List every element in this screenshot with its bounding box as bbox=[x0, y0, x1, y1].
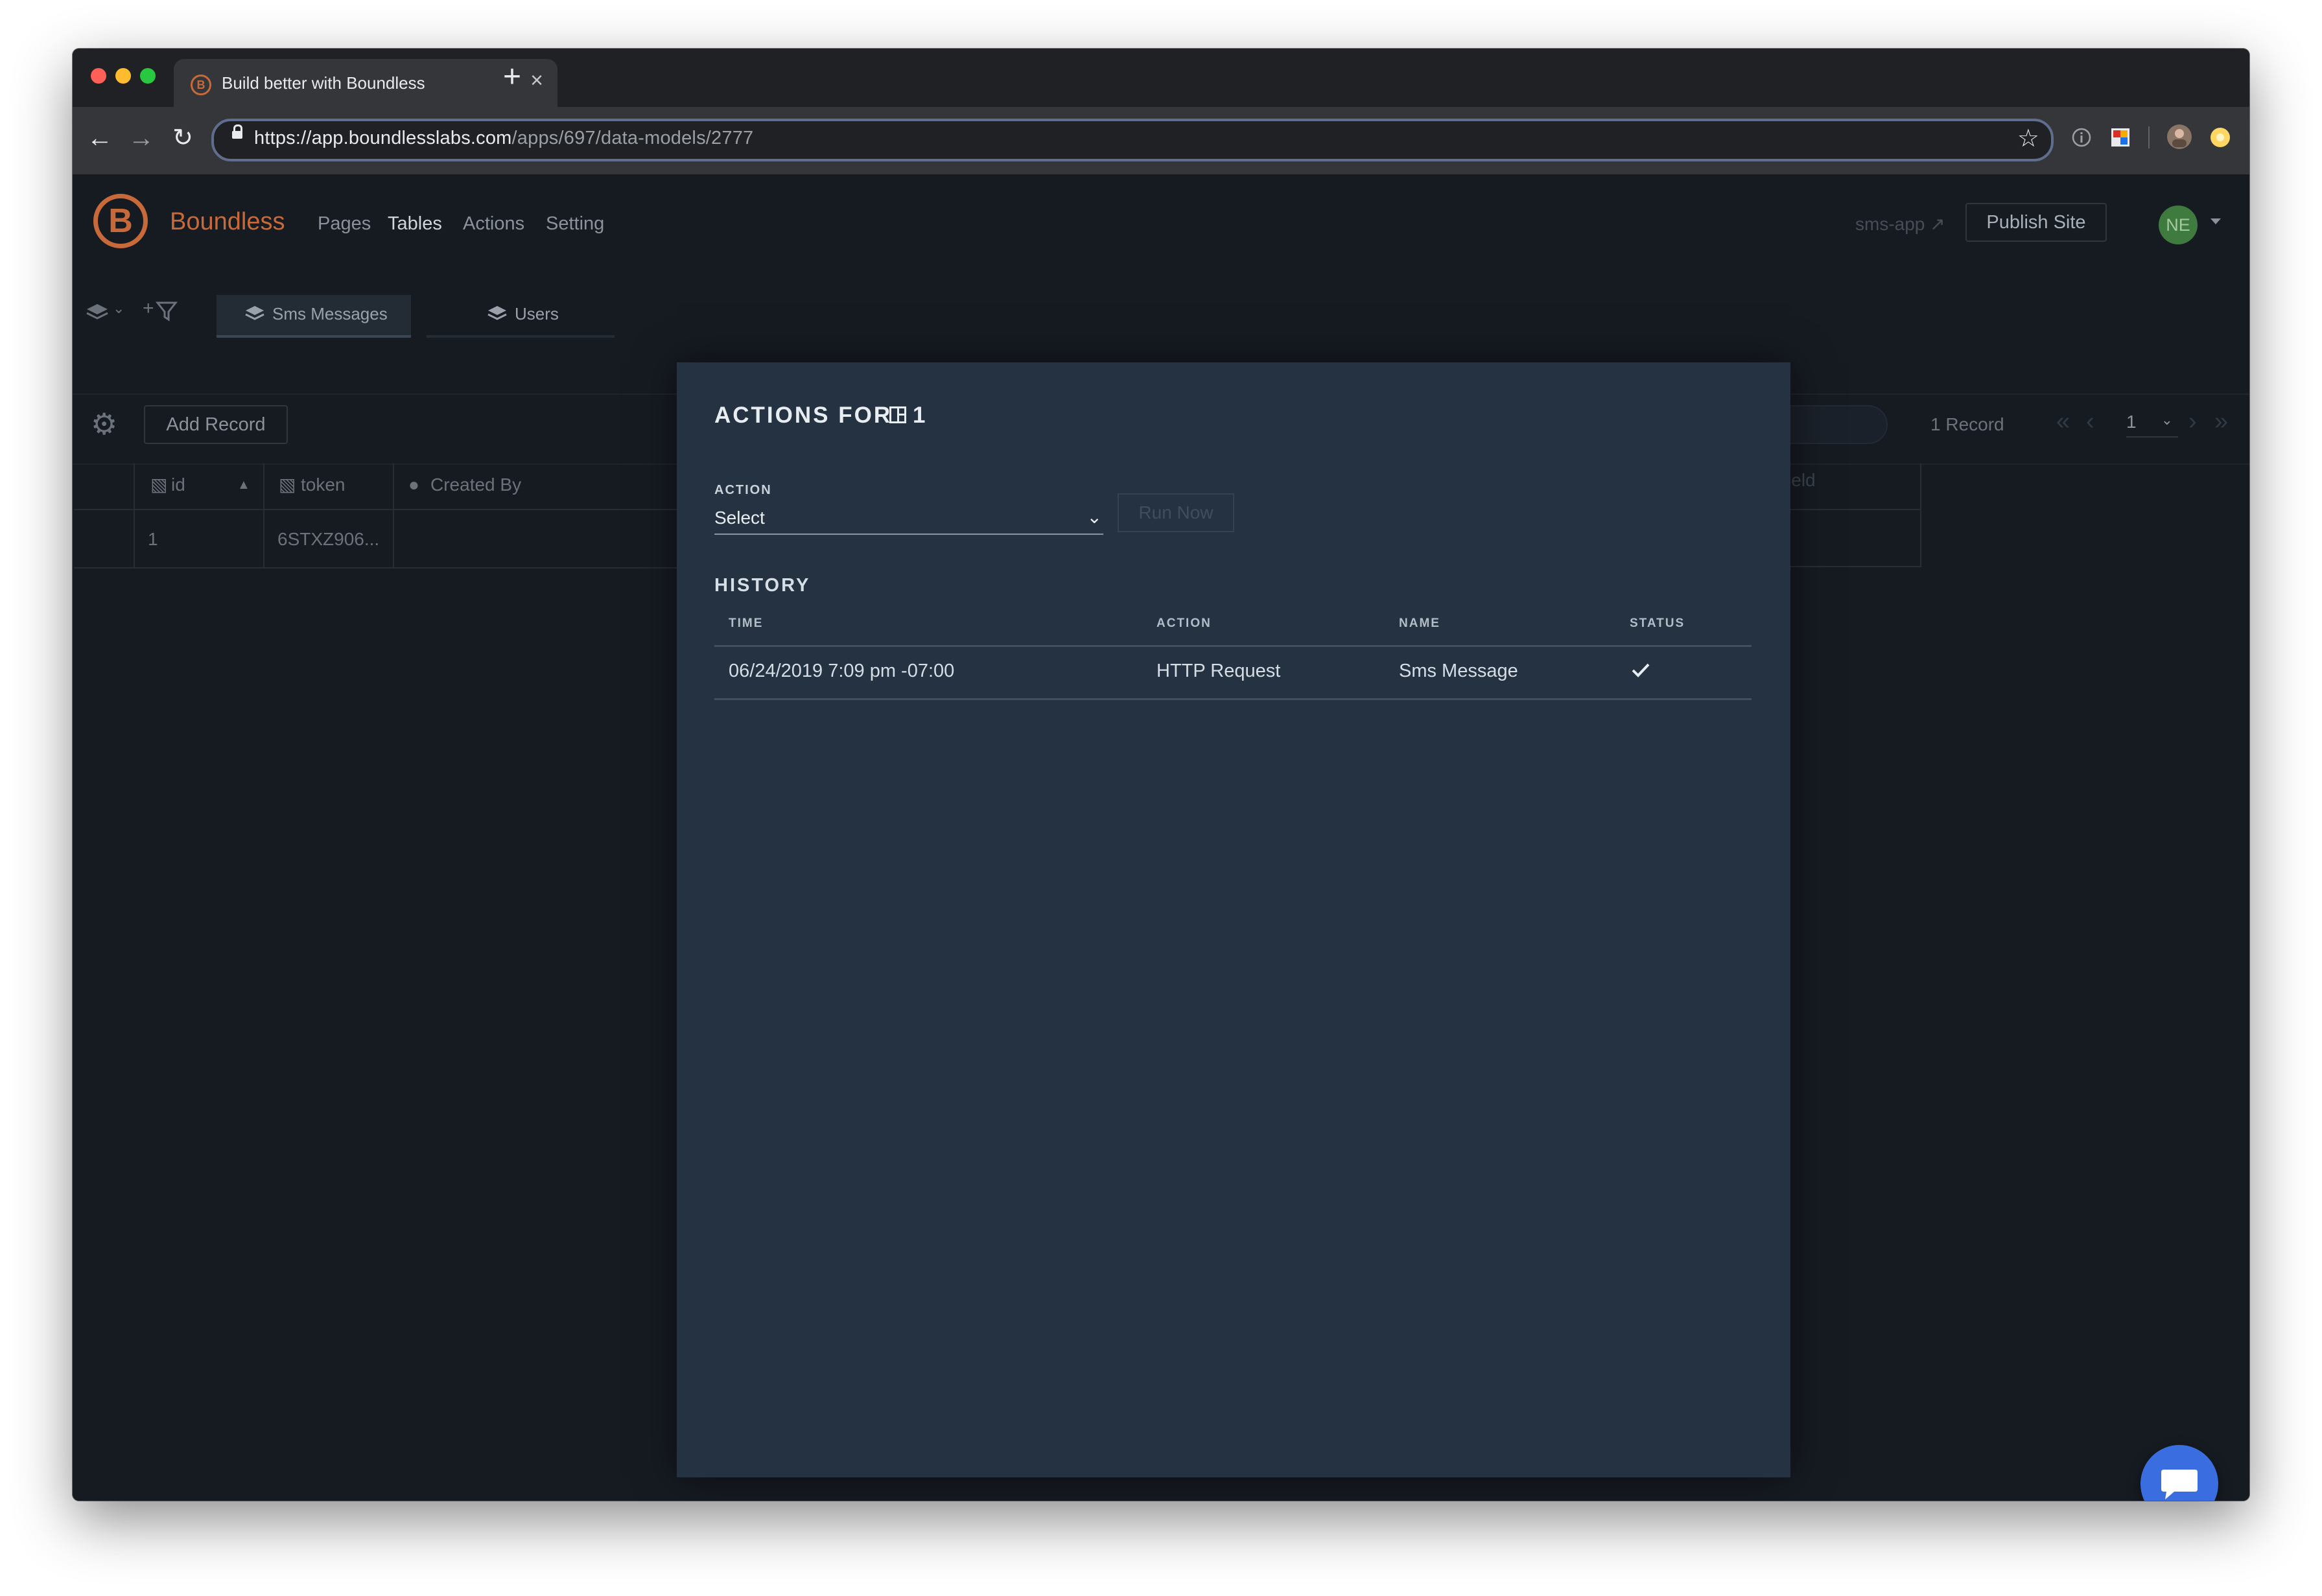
new-tab-button[interactable]: + bbox=[503, 59, 521, 95]
minimize-window-button[interactable] bbox=[115, 68, 131, 84]
table-cell-token[interactable]: 6STXZ906... bbox=[264, 510, 394, 569]
table-cell-created-by[interactable] bbox=[394, 510, 679, 569]
action-select[interactable]: Select ⌄ bbox=[714, 505, 1103, 535]
history-time: 06/24/2019 7:09 pm -07:00 bbox=[729, 661, 955, 681]
bookmark-star-icon[interactable]: ☆ bbox=[2017, 124, 2039, 153]
add-filter-plus-icon[interactable]: + bbox=[143, 298, 154, 320]
tab-close-icon[interactable]: × bbox=[530, 68, 543, 93]
history-header-name: NAME bbox=[1399, 616, 1440, 630]
last-page-icon[interactable]: » bbox=[2214, 408, 2228, 436]
extension-smiley-icon[interactable] bbox=[2209, 126, 2231, 148]
gear-icon[interactable]: ⚙ bbox=[91, 409, 117, 439]
cell-value: 6STXZ906... bbox=[277, 529, 380, 549]
browser-toolbar: ← → ↻ https://app.boundlesslabs.com/apps… bbox=[73, 107, 2249, 174]
next-page-icon[interactable]: › bbox=[2188, 408, 2197, 436]
url-text: https://app.boundlesslabs.com/apps/697/d… bbox=[254, 128, 754, 148]
extension-icon[interactable] bbox=[2109, 126, 2131, 148]
history-row-divider bbox=[714, 698, 1752, 700]
column-header-id[interactable]: ▧ id ▲ bbox=[135, 464, 264, 510]
status-check-icon bbox=[1632, 663, 1650, 677]
model-stack-icon bbox=[245, 306, 264, 320]
lock-icon bbox=[232, 124, 242, 139]
close-window-button[interactable] bbox=[91, 68, 106, 84]
first-page-icon[interactable]: « bbox=[2056, 408, 2070, 436]
record-id: 1 bbox=[913, 403, 926, 428]
nav-tables[interactable]: Tables bbox=[388, 213, 442, 235]
modal-title: ACTIONS FOR bbox=[714, 403, 893, 428]
boundless-logo-icon[interactable]: B bbox=[93, 194, 148, 248]
action-label: ACTION bbox=[714, 483, 772, 497]
chevron-down-icon: ⌄ bbox=[1086, 507, 1102, 527]
model-tabs-bar: ⌄ + Sms Messages Users bbox=[73, 272, 2249, 339]
browser-tab[interactable]: B Build better with Boundless × bbox=[174, 59, 557, 107]
account-menu-caret-icon[interactable] bbox=[2211, 218, 2221, 224]
nav-pages[interactable]: Pages bbox=[318, 213, 371, 235]
text-field-icon: ▧ bbox=[279, 475, 296, 495]
record-count: 1 Record bbox=[1930, 414, 2004, 434]
chat-bubble-icon bbox=[2161, 1470, 2198, 1499]
add-record-button[interactable]: Add Record bbox=[144, 405, 288, 444]
layers-icon[interactable] bbox=[84, 301, 110, 322]
history-header-divider bbox=[714, 645, 1752, 647]
action-select-value: Select bbox=[714, 508, 765, 528]
record-icon bbox=[889, 406, 906, 423]
back-arrow-icon[interactable]: ← bbox=[87, 123, 113, 154]
user-avatar[interactable]: NE bbox=[2159, 205, 2198, 244]
cell-value: 1 bbox=[148, 529, 158, 549]
table-cell-id[interactable]: 1 bbox=[135, 510, 264, 569]
history-title: HISTORY bbox=[714, 575, 811, 596]
sort-ascending-icon[interactable]: ▲ bbox=[237, 464, 250, 506]
row-handle-cell[interactable] bbox=[74, 510, 135, 569]
forward-arrow-icon[interactable]: → bbox=[128, 123, 154, 154]
address-bar[interactable]: https://app.boundlesslabs.com/apps/697/d… bbox=[211, 119, 2054, 161]
table-corner-cell bbox=[74, 464, 135, 510]
tab-title: Build better with Boundless bbox=[222, 73, 425, 93]
prev-page-icon[interactable]: ‹ bbox=[2086, 408, 2094, 436]
number-field-icon: ▧ bbox=[150, 475, 168, 495]
column-header-token[interactable]: ▧ token bbox=[264, 464, 394, 510]
page-select[interactable]: 1 ⌄ bbox=[2126, 412, 2178, 438]
nav-settings[interactable]: Setting bbox=[546, 213, 604, 235]
actions-modal: ACTIONS FOR 1 ACTION Select ⌄ Run Now HI… bbox=[677, 362, 1790, 1477]
nav-actions[interactable]: Actions bbox=[463, 213, 524, 235]
column-header-label: token bbox=[301, 475, 346, 495]
filter-icon[interactable] bbox=[156, 300, 178, 322]
project-link[interactable]: sms-app ↗ bbox=[1855, 213, 1945, 235]
app-root: B Boundless Pages Tables Actions Setting… bbox=[73, 174, 2249, 1501]
column-header-created-by[interactable]: ● Created By bbox=[394, 464, 679, 510]
reload-icon[interactable]: ↻ bbox=[170, 123, 196, 154]
tab-sms-messages-label: Sms Messages bbox=[272, 304, 388, 323]
project-link-label: sms-app bbox=[1855, 214, 1925, 234]
run-now-button[interactable]: Run Now bbox=[1118, 493, 1234, 532]
history-header-action: ACTION bbox=[1156, 616, 1212, 630]
info-icon[interactable] bbox=[2070, 126, 2093, 148]
maximize-window-button[interactable] bbox=[140, 68, 156, 84]
brand-name[interactable]: Boundless bbox=[170, 208, 285, 236]
history-action: HTTP Request bbox=[1156, 661, 1281, 681]
tab-users-label: Users bbox=[515, 304, 559, 323]
publish-site-button[interactable]: Publish Site bbox=[1965, 203, 2107, 242]
browser-window: B Build better with Boundless × + ← → ↻ … bbox=[73, 49, 2249, 1501]
column-header-label: id bbox=[171, 475, 185, 495]
tab-sms-messages[interactable]: Sms Messages bbox=[217, 295, 411, 338]
history-header-time: TIME bbox=[729, 616, 764, 630]
tab-users[interactable]: Users bbox=[427, 295, 615, 338]
toolbar-divider bbox=[2148, 126, 2150, 148]
user-field-icon: ● bbox=[408, 475, 419, 495]
history-name: Sms Message bbox=[1399, 661, 1518, 681]
external-link-icon: ↗ bbox=[1930, 214, 1945, 234]
history-header-status: STATUS bbox=[1630, 616, 1685, 630]
page-chevron-icon: ⌄ bbox=[2161, 412, 2173, 428]
chat-button[interactable] bbox=[2140, 1445, 2218, 1501]
layers-dropdown-chevron-icon[interactable]: ⌄ bbox=[113, 300, 124, 317]
model-stack-icon bbox=[487, 306, 507, 320]
page-number: 1 bbox=[2126, 412, 2137, 432]
column-header-label: Created By bbox=[430, 475, 522, 495]
boundless-favicon-icon: B bbox=[191, 75, 211, 95]
browser-tabstrip: B Build better with Boundless × + bbox=[73, 49, 2249, 107]
profile-avatar-icon[interactable] bbox=[2166, 124, 2192, 150]
